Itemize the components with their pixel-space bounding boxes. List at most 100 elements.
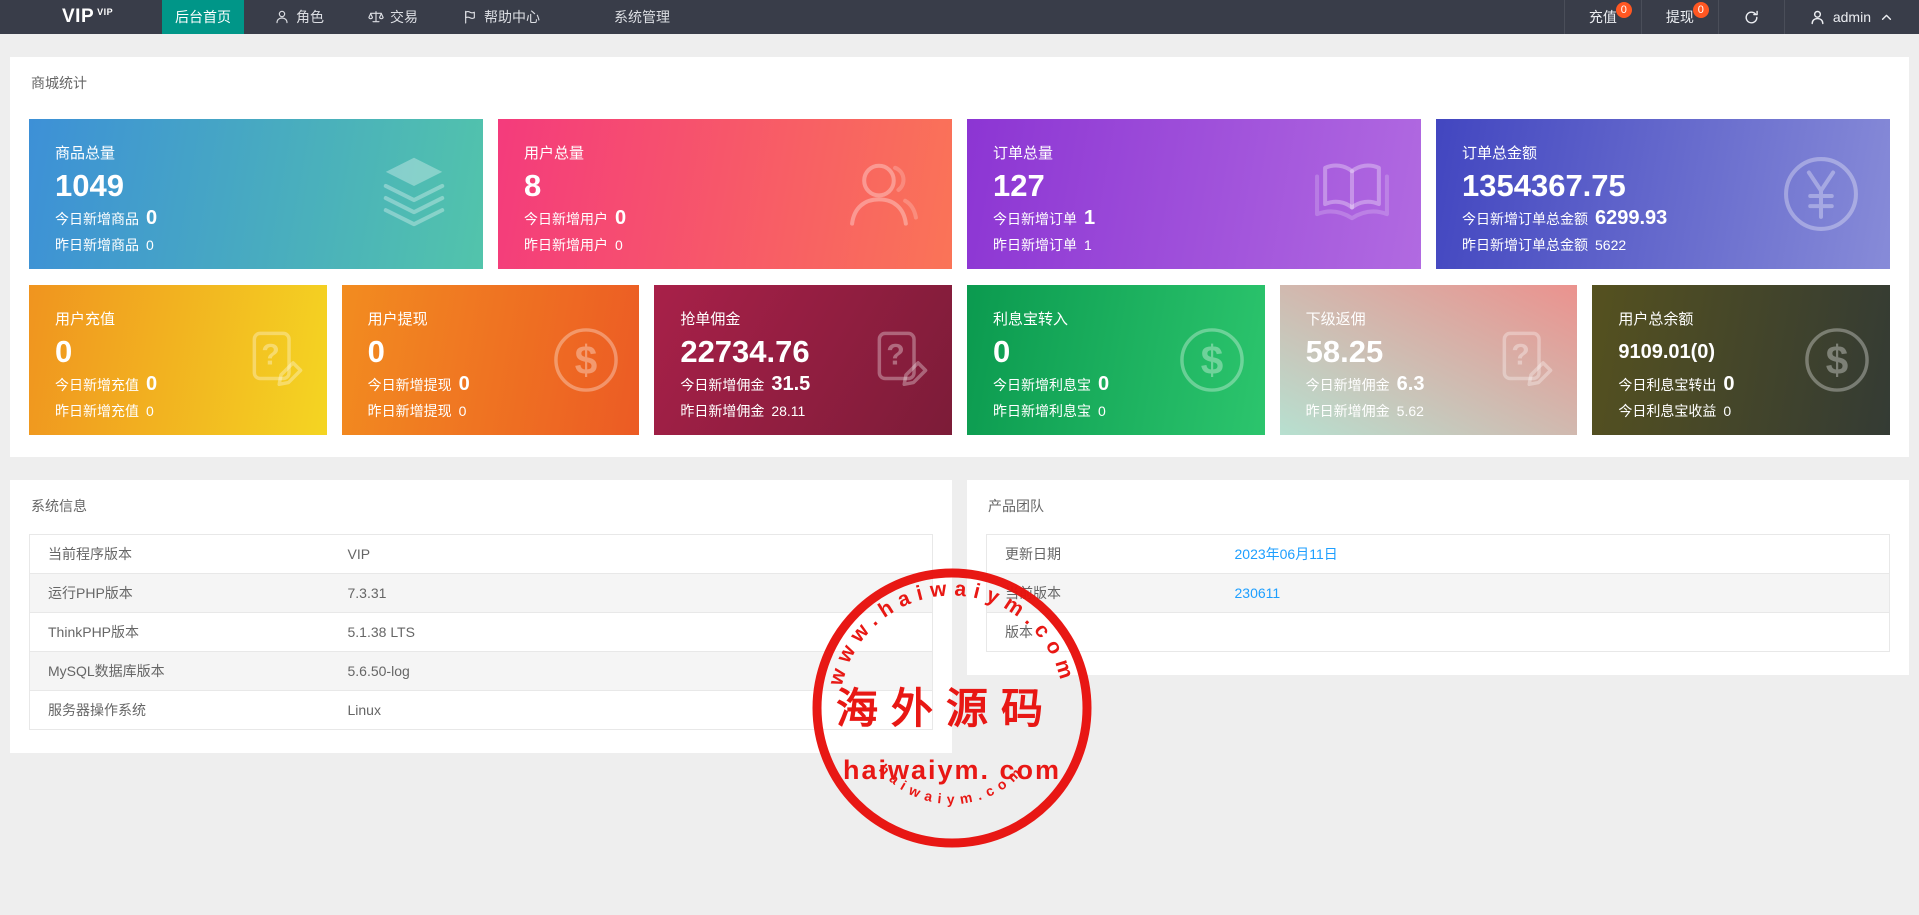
row-label: ThinkPHP版本 bbox=[29, 612, 330, 652]
nav-item-system[interactable]: 系统管理 bbox=[600, 0, 684, 34]
card-line-label: 昨日新增佣金 bbox=[680, 403, 765, 419]
row-value bbox=[1216, 612, 1890, 652]
withdraw-nav-button[interactable]: 提现 0 bbox=[1640, 0, 1718, 34]
nav-item-help-center[interactable]: 帮助中心 bbox=[448, 0, 554, 34]
card-line-value: 0 bbox=[1723, 373, 1735, 395]
svg-text:$: $ bbox=[1200, 337, 1223, 383]
product-team-table: 更新日期 2023年06月11日 当前版本 230611 版本 bbox=[986, 534, 1890, 652]
nav-item-label: 帮助中心 bbox=[484, 9, 540, 25]
scales-icon bbox=[368, 11, 384, 23]
card-line-value: 5.62 bbox=[1396, 403, 1424, 419]
nav-item-home[interactable]: 后台首页 bbox=[162, 0, 244, 34]
book-icon bbox=[1315, 163, 1389, 221]
card-line-label: 今日新增佣金 bbox=[680, 377, 765, 393]
update-date-link[interactable]: 2023年06月11日 bbox=[1235, 546, 1338, 562]
card-line-label: 今日新增订单总金额 bbox=[1462, 211, 1588, 227]
row-label: 当前程序版本 bbox=[48, 546, 132, 562]
table-row: ThinkPHP版本 5.1.38 LTS bbox=[29, 612, 933, 652]
nav-item-label: 交易 bbox=[390, 9, 418, 25]
card-line-value: 5622 bbox=[1595, 237, 1627, 253]
stats-row-2: 用户充值 0 今日新增充值 0 昨日新增充值 0 ? 用户提现 0 今日新增提现 0 … bbox=[29, 285, 1890, 435]
nav-item-label: 角色 bbox=[296, 9, 324, 25]
card-line-label: 今日利息宝收益 bbox=[1618, 403, 1717, 419]
card-line-label: 昨日新增订单总金额 bbox=[1462, 237, 1588, 253]
logo-text: VIP bbox=[62, 6, 95, 27]
table-row: 更新日期 2023年06月11日 bbox=[987, 535, 1890, 574]
row-label: 服务器操作系统 bbox=[29, 690, 330, 730]
stat-card-user-recharge: 用户充值 0 今日新增充值 0 昨日新增充值 0 ? bbox=[29, 285, 327, 435]
admin-menu[interactable]: admin bbox=[1783, 0, 1919, 34]
card-line-label: 今日新增佣金 bbox=[1305, 377, 1390, 393]
order-question-icon: ? bbox=[877, 331, 928, 387]
card-line-label: 昨日新增提现 bbox=[367, 403, 452, 419]
section-title: 商城统计 bbox=[31, 75, 87, 91]
table-row: 服务器操作系统 Linux bbox=[29, 690, 933, 730]
card-line-value: 0 bbox=[146, 237, 154, 253]
top-navbar: VIP VIP 后台首页 角色 交易 帮助中心 系统管理 充值 0 提现 0 a… bbox=[0, 0, 1919, 34]
nav-item-trade[interactable]: 交易 bbox=[354, 0, 432, 34]
card-line-label: 今日新增订单 bbox=[993, 211, 1077, 227]
order-question-icon: ? bbox=[1502, 331, 1553, 387]
card-line-value: 0 bbox=[146, 207, 158, 229]
stat-card-user-withdraw: 用户提现 0 今日新增提现 0 昨日新增提现 0 $ bbox=[341, 285, 640, 435]
table-row: 运行PHP版本 7.3.31 bbox=[29, 573, 933, 613]
watermark-stamp: www.haiwaiym.com 海外源码 haiwaiym. com haiw… bbox=[812, 568, 1092, 848]
admin-username: admin bbox=[1832, 9, 1871, 25]
navbar-right: 充值 0 提现 0 admin bbox=[1563, 0, 1919, 34]
card-line-value: 0 bbox=[615, 237, 623, 253]
users-icon bbox=[850, 163, 918, 226]
card-line-value: 0 bbox=[458, 373, 470, 395]
recharge-nav-button[interactable]: 充值 0 bbox=[1563, 0, 1641, 34]
card-line-label: 昨日新增商品 bbox=[55, 237, 139, 253]
stat-card-order-commission: 抢单佣金 22734.76 今日新增佣金 31.5 昨日新增佣金 28.11 ? bbox=[654, 285, 952, 435]
card-line-label: 昨日新增佣金 bbox=[1305, 403, 1390, 419]
chevron-up-icon bbox=[1881, 14, 1892, 20]
card-line-label: 今日新增提现 bbox=[367, 377, 452, 393]
recharge-badge: 0 bbox=[1615, 2, 1632, 18]
refresh-icon bbox=[1745, 10, 1758, 23]
row-label: 运行PHP版本 bbox=[29, 573, 330, 613]
stamp-top-text: www.haiwaiym.com bbox=[824, 577, 1080, 689]
stats-row-1: 商品总量 1049 今日新增商品 0 昨日新增商品 0 用户总量 8 今日新增用户 0… bbox=[29, 119, 1890, 269]
card-line-value: 1 bbox=[1084, 207, 1096, 229]
stamp-center-text: 海外源码 bbox=[836, 684, 1056, 733]
svg-text:?: ? bbox=[886, 339, 904, 372]
card-line-value: 0 bbox=[1097, 403, 1106, 419]
panel-title: 产品团队 bbox=[988, 498, 1044, 514]
refresh-button[interactable] bbox=[1717, 0, 1784, 34]
svg-text:$: $ bbox=[575, 337, 598, 383]
stamp-sub-text: haiwaiym. com bbox=[843, 755, 1061, 785]
system-info-table: 当前程序版本 VIP 运行PHP版本 7.3.31 ThinkPHP版本 5.1.38… bbox=[29, 534, 933, 730]
current-version-link[interactable]: 230611 bbox=[1235, 585, 1281, 601]
withdraw-badge: 0 bbox=[1692, 2, 1709, 18]
product-team-panel: 产品团队 更新日期 2023年06月11日 当前版本 230611 版本 bbox=[967, 480, 1909, 675]
stat-card-order-amount: 订单总金额 1354367.75 今日新增订单总金额 6299.93 昨日新增订单… bbox=[1436, 119, 1890, 269]
svg-text:$: $ bbox=[1826, 337, 1849, 383]
recharge-label: 充值 bbox=[1588, 9, 1617, 25]
nav-item-label: 后台首页 bbox=[175, 9, 231, 25]
stat-card-goods-total: 商品总量 1049 今日新增商品 0 昨日新增商品 0 bbox=[29, 119, 483, 269]
card-line-value: 1 bbox=[1084, 237, 1092, 253]
card-line-value: 6.3 bbox=[1396, 373, 1425, 395]
card-line-label: 今日新增用户 bbox=[524, 211, 608, 227]
order-question-icon: ? bbox=[252, 331, 302, 387]
app-logo[interactable]: VIP VIP bbox=[0, 0, 162, 34]
card-line-label: 今日新增充值 bbox=[55, 377, 139, 393]
table-row: MySQL数据库版本 5.6.50-log bbox=[29, 651, 933, 691]
card-line-value: 0 bbox=[146, 373, 158, 395]
dollar-circle-icon: $ bbox=[1805, 328, 1869, 392]
nav-item-roles[interactable]: 角色 bbox=[260, 0, 338, 34]
card-line-value: 0 bbox=[146, 403, 154, 419]
row-label: MySQL数据库版本 bbox=[29, 651, 330, 691]
panel-title: 系统信息 bbox=[31, 498, 87, 514]
layers-icon bbox=[383, 157, 445, 227]
stat-card-users-total: 用户总量 8 今日新增用户 0 昨日新增用户 0 bbox=[498, 119, 952, 269]
card-line-value: 6299.93 bbox=[1595, 207, 1668, 229]
card-line-value: 0 bbox=[458, 403, 467, 419]
svg-text:?: ? bbox=[1512, 339, 1530, 372]
card-line-label: 今日新增商品 bbox=[55, 211, 139, 227]
card-line-label: 昨日新增利息宝 bbox=[992, 403, 1091, 419]
flag-icon bbox=[465, 10, 475, 24]
stat-card-sub-rebate: 下级返佣 58.25 今日新增佣金 6.3 昨日新增佣金 5.62 ? bbox=[1279, 285, 1578, 435]
logo-sup-text: VIP bbox=[97, 7, 114, 17]
